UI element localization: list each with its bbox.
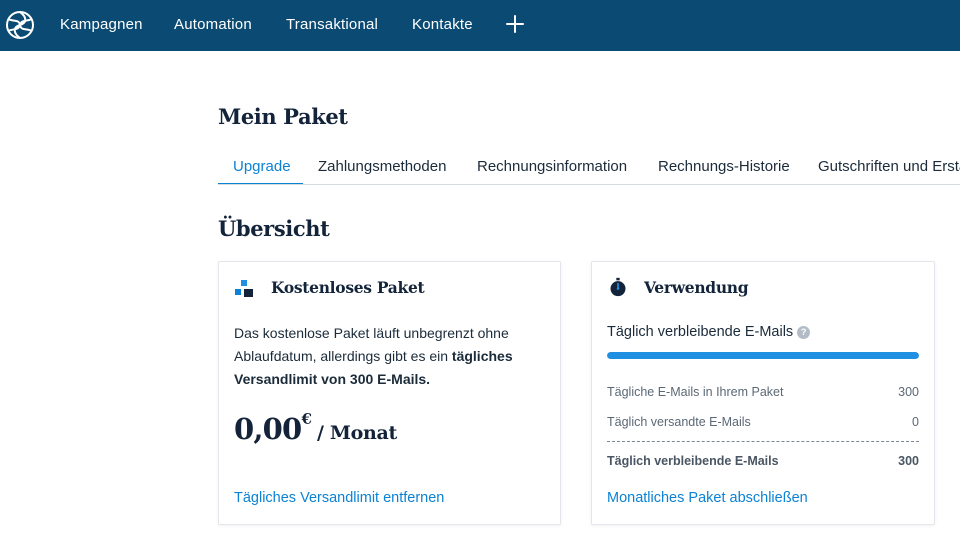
usage-row-label: Tägliche E-Mails in Ihrem Paket: [607, 385, 784, 399]
usage-total-row: Täglich verbleibende E-Mails 300: [607, 454, 919, 474]
nav-item-kampagnen[interactable]: Kampagnen: [60, 16, 143, 33]
remaining-emails-label: Täglich verbleibende E-Mails?: [607, 324, 811, 340]
plus-icon[interactable]: [505, 14, 525, 34]
tab-bar: Upgrade Zahlungsmethoden Rechnungsinform…: [218, 150, 960, 185]
nav-item-kontakte[interactable]: Kontakte: [412, 16, 473, 33]
remaining-progress-fill: [607, 352, 919, 359]
remaining-progress-bar: [607, 352, 919, 359]
stopwatch-icon: [610, 277, 626, 297]
usage-row-label: Täglich versandte E-Mails: [607, 415, 751, 429]
question-mark-icon[interactable]: ?: [797, 326, 811, 339]
usage-row-value: 300: [898, 385, 919, 399]
active-tab-indicator: [218, 183, 303, 184]
tab-gutschriften[interactable]: Gutschriften und Ersta: [818, 158, 960, 175]
remove-daily-limit-link[interactable]: Tägliches Versandlimit entfernen: [234, 490, 444, 506]
tab-rechnungsinformation[interactable]: Rechnungsinformation: [477, 158, 627, 175]
usage-card: Verwendung Täglich verbleibende E-Mails?…: [591, 261, 935, 525]
tab-zahlungsmethoden[interactable]: Zahlungsmethoden: [318, 158, 446, 175]
divider: [607, 441, 919, 442]
tab-rechnungs-historie[interactable]: Rechnungs-Historie: [658, 158, 790, 175]
monthly-plan-link[interactable]: Monatliches Paket abschließen: [607, 490, 808, 506]
top-navigation-bar: Kampagnen Automation Transaktional Konta…: [0, 0, 960, 51]
usage-title: Verwendung: [644, 278, 749, 297]
usage-row: Tägliche E-Mails in Ihrem Paket 300: [607, 385, 919, 405]
remaining-emails-text: Täglich verbleibende E-Mails: [607, 324, 794, 340]
usage-total-label: Täglich verbleibende E-Mails: [607, 454, 779, 468]
nav-item-automation[interactable]: Automation: [174, 16, 252, 33]
section-title: Übersicht: [218, 216, 330, 241]
free-plan-card: Kostenloses Paket Das kostenlose Paket l…: [218, 261, 561, 525]
usage-row: Täglich versandte E-Mails 0: [607, 415, 919, 435]
free-plan-description: Das kostenlose Paket läuft unbegrenzt oh…: [234, 322, 544, 391]
price: 0,00€ / Monat: [234, 410, 398, 446]
nav-item-transaktional[interactable]: Transaktional: [286, 16, 378, 33]
free-plan-title: Kostenloses Paket: [271, 278, 425, 297]
blocks-icon: [235, 280, 253, 297]
usage-total-value: 300: [898, 454, 919, 468]
price-period: / Monat: [316, 422, 398, 444]
page-title: Mein Paket: [218, 104, 348, 129]
price-currency: €: [301, 410, 312, 428]
usage-row-value: 0: [912, 415, 919, 429]
tab-upgrade[interactable]: Upgrade: [233, 158, 291, 175]
price-amount: 0,00: [234, 412, 302, 446]
sendinblue-logo-icon[interactable]: [5, 10, 35, 40]
